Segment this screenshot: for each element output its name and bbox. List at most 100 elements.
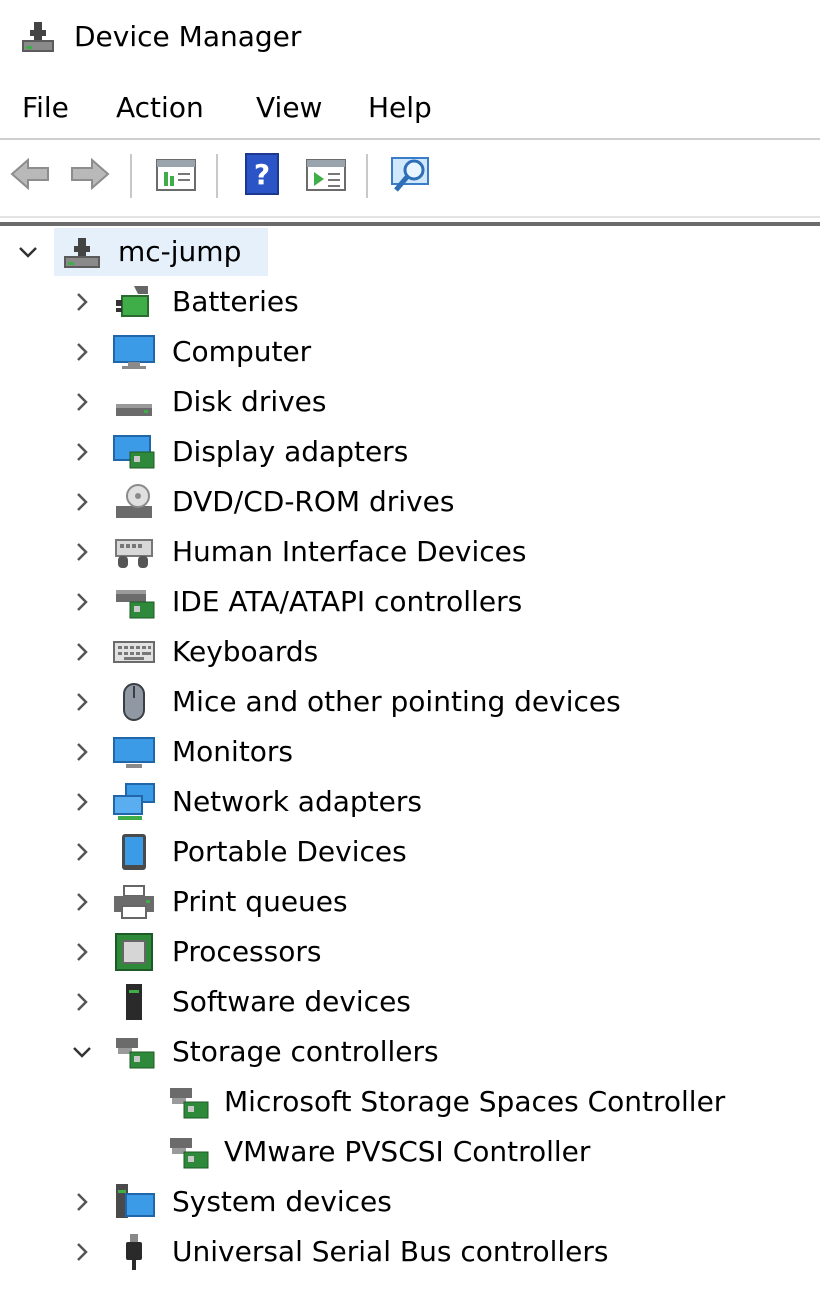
tree-item-keyboards[interactable]: Keyboards [0, 628, 820, 677]
computer-icon [113, 335, 155, 369]
forward-icon [71, 157, 110, 191]
network-adapter-icon [113, 783, 155, 820]
chevron-right-icon[interactable] [68, 488, 96, 516]
tree-item-monitors[interactable]: Monitors [0, 728, 820, 777]
chevron-right-icon[interactable] [68, 688, 96, 716]
tree-child-vmware-pvscsi[interactable]: VMware PVSCSI Controller [0, 1128, 820, 1177]
chevron-right-icon[interactable] [68, 838, 96, 866]
tree-item-mice[interactable]: Mice and other pointing devices [0, 678, 820, 727]
tree-item-label: Batteries [172, 285, 299, 318]
tree-pane-border [0, 222, 820, 226]
chevron-right-icon[interactable] [68, 738, 96, 766]
toolbar: ? [0, 142, 820, 208]
software-device-icon [126, 984, 142, 1020]
tree-item-ide-controllers[interactable]: IDE ATA/ATAPI controllers [0, 578, 820, 627]
tree-item-system-devices[interactable]: System devices [0, 1178, 820, 1227]
tree-root-label: mc-jump [118, 235, 242, 268]
update-driver-button[interactable] [302, 152, 350, 196]
tree-child-storage-spaces[interactable]: Microsoft Storage Spaces Controller [0, 1078, 820, 1127]
scan-hardware-button[interactable] [388, 152, 436, 196]
tree-item-storage-controllers[interactable]: Storage controllers [0, 1028, 820, 1077]
tree-item-label: System devices [172, 1185, 392, 1218]
chevron-down-icon[interactable] [68, 1038, 96, 1066]
computer-root-icon [64, 238, 100, 268]
keyboard-icon [113, 641, 155, 663]
toolbar-bottom-edge [0, 216, 820, 218]
tree-item-usb-controllers[interactable]: Universal Serial Bus controllers [0, 1228, 820, 1277]
toolbar-separator [130, 154, 132, 198]
chevron-right-icon[interactable] [68, 438, 96, 466]
tree-item-label: Software devices [172, 985, 411, 1018]
dvd-drive-icon [116, 484, 152, 518]
menu-file[interactable]: File [18, 84, 73, 132]
disk-drive-icon [116, 404, 152, 416]
update-driver-icon [306, 159, 346, 191]
forward-button[interactable] [66, 152, 114, 196]
chevron-down-icon[interactable] [14, 238, 42, 266]
chevron-right-icon[interactable] [68, 288, 96, 316]
tree-item-dvd-drives[interactable]: DVD/CD-ROM drives [0, 478, 820, 527]
monitor-icon [113, 737, 155, 768]
chevron-right-icon[interactable] [68, 988, 96, 1016]
chevron-right-icon[interactable] [68, 888, 96, 916]
help-icon: ? [245, 153, 279, 195]
tree-item-label: Display adapters [172, 435, 409, 468]
hid-icon [115, 539, 153, 568]
tree-item-label: Microsoft Storage Spaces Controller [224, 1085, 726, 1118]
mouse-icon [123, 683, 145, 721]
chevron-right-icon[interactable] [68, 638, 96, 666]
tree-item-hid[interactable]: Human Interface Devices [0, 528, 820, 577]
tree-item-label: Mice and other pointing devices [172, 685, 621, 718]
tree-item-label: IDE ATA/ATAPI controllers [172, 585, 523, 618]
tree-item-label: Storage controllers [172, 1035, 439, 1068]
back-icon [10, 157, 49, 191]
device-manager-icon [22, 22, 54, 52]
tree-root[interactable]: mc-jump [0, 228, 820, 277]
printer-icon [114, 885, 154, 919]
help-button[interactable]: ? [238, 152, 286, 196]
tree-item-computer[interactable]: Computer [0, 328, 820, 377]
chevron-right-icon[interactable] [68, 788, 96, 816]
tree-item-display-adapters[interactable]: Display adapters [0, 428, 820, 477]
menu-view[interactable]: View [252, 84, 326, 132]
scan-hardware-icon [391, 157, 429, 192]
processor-icon [115, 933, 153, 971]
properties-icon [156, 159, 196, 191]
chevron-right-icon[interactable] [68, 588, 96, 616]
toolbar-separator [216, 154, 218, 198]
storage-controller-icon [170, 1138, 209, 1169]
chevron-right-icon[interactable] [68, 938, 96, 966]
tree-item-batteries[interactable]: Batteries [0, 278, 820, 327]
title-bar: Device Manager [0, 0, 820, 76]
back-button[interactable] [6, 152, 54, 196]
chevron-right-icon[interactable] [68, 388, 96, 416]
storage-controller-icon [170, 1088, 209, 1119]
tree-item-network-adapters[interactable]: Network adapters [0, 778, 820, 827]
chevron-right-icon[interactable] [68, 538, 96, 566]
tree-item-processors[interactable]: Processors [0, 928, 820, 977]
tree-item-disk-drives[interactable]: Disk drives [0, 378, 820, 427]
tree-item-software-devices[interactable]: Software devices [0, 978, 820, 1027]
tree-item-label: Portable Devices [172, 835, 407, 868]
menu-separator [0, 138, 820, 140]
tree-item-label: VMware PVSCSI Controller [224, 1135, 591, 1168]
properties-button[interactable] [152, 152, 200, 196]
tree-item-label: Disk drives [172, 385, 327, 418]
display-adapter-icon [113, 435, 155, 469]
tree-item-label: Universal Serial Bus controllers [172, 1235, 609, 1268]
tree-item-label: DVD/CD-ROM drives [172, 485, 455, 518]
tree-item-print-queues[interactable]: Print queues [0, 878, 820, 927]
system-device-icon [116, 1184, 155, 1218]
menu-action[interactable]: Action [112, 84, 208, 132]
tree-item-portable-devices[interactable]: Portable Devices [0, 828, 820, 877]
chevron-right-icon[interactable] [68, 1188, 96, 1216]
chevron-right-icon[interactable] [68, 338, 96, 366]
menu-help[interactable]: Help [364, 84, 436, 132]
toolbar-separator [366, 154, 368, 198]
battery-icon [116, 286, 149, 317]
tree-item-label: Human Interface Devices [172, 535, 527, 568]
tree-item-label: Monitors [172, 735, 294, 768]
chevron-right-icon[interactable] [68, 1238, 96, 1266]
portable-device-icon [122, 834, 146, 870]
tree-item-label: Print queues [172, 885, 348, 918]
